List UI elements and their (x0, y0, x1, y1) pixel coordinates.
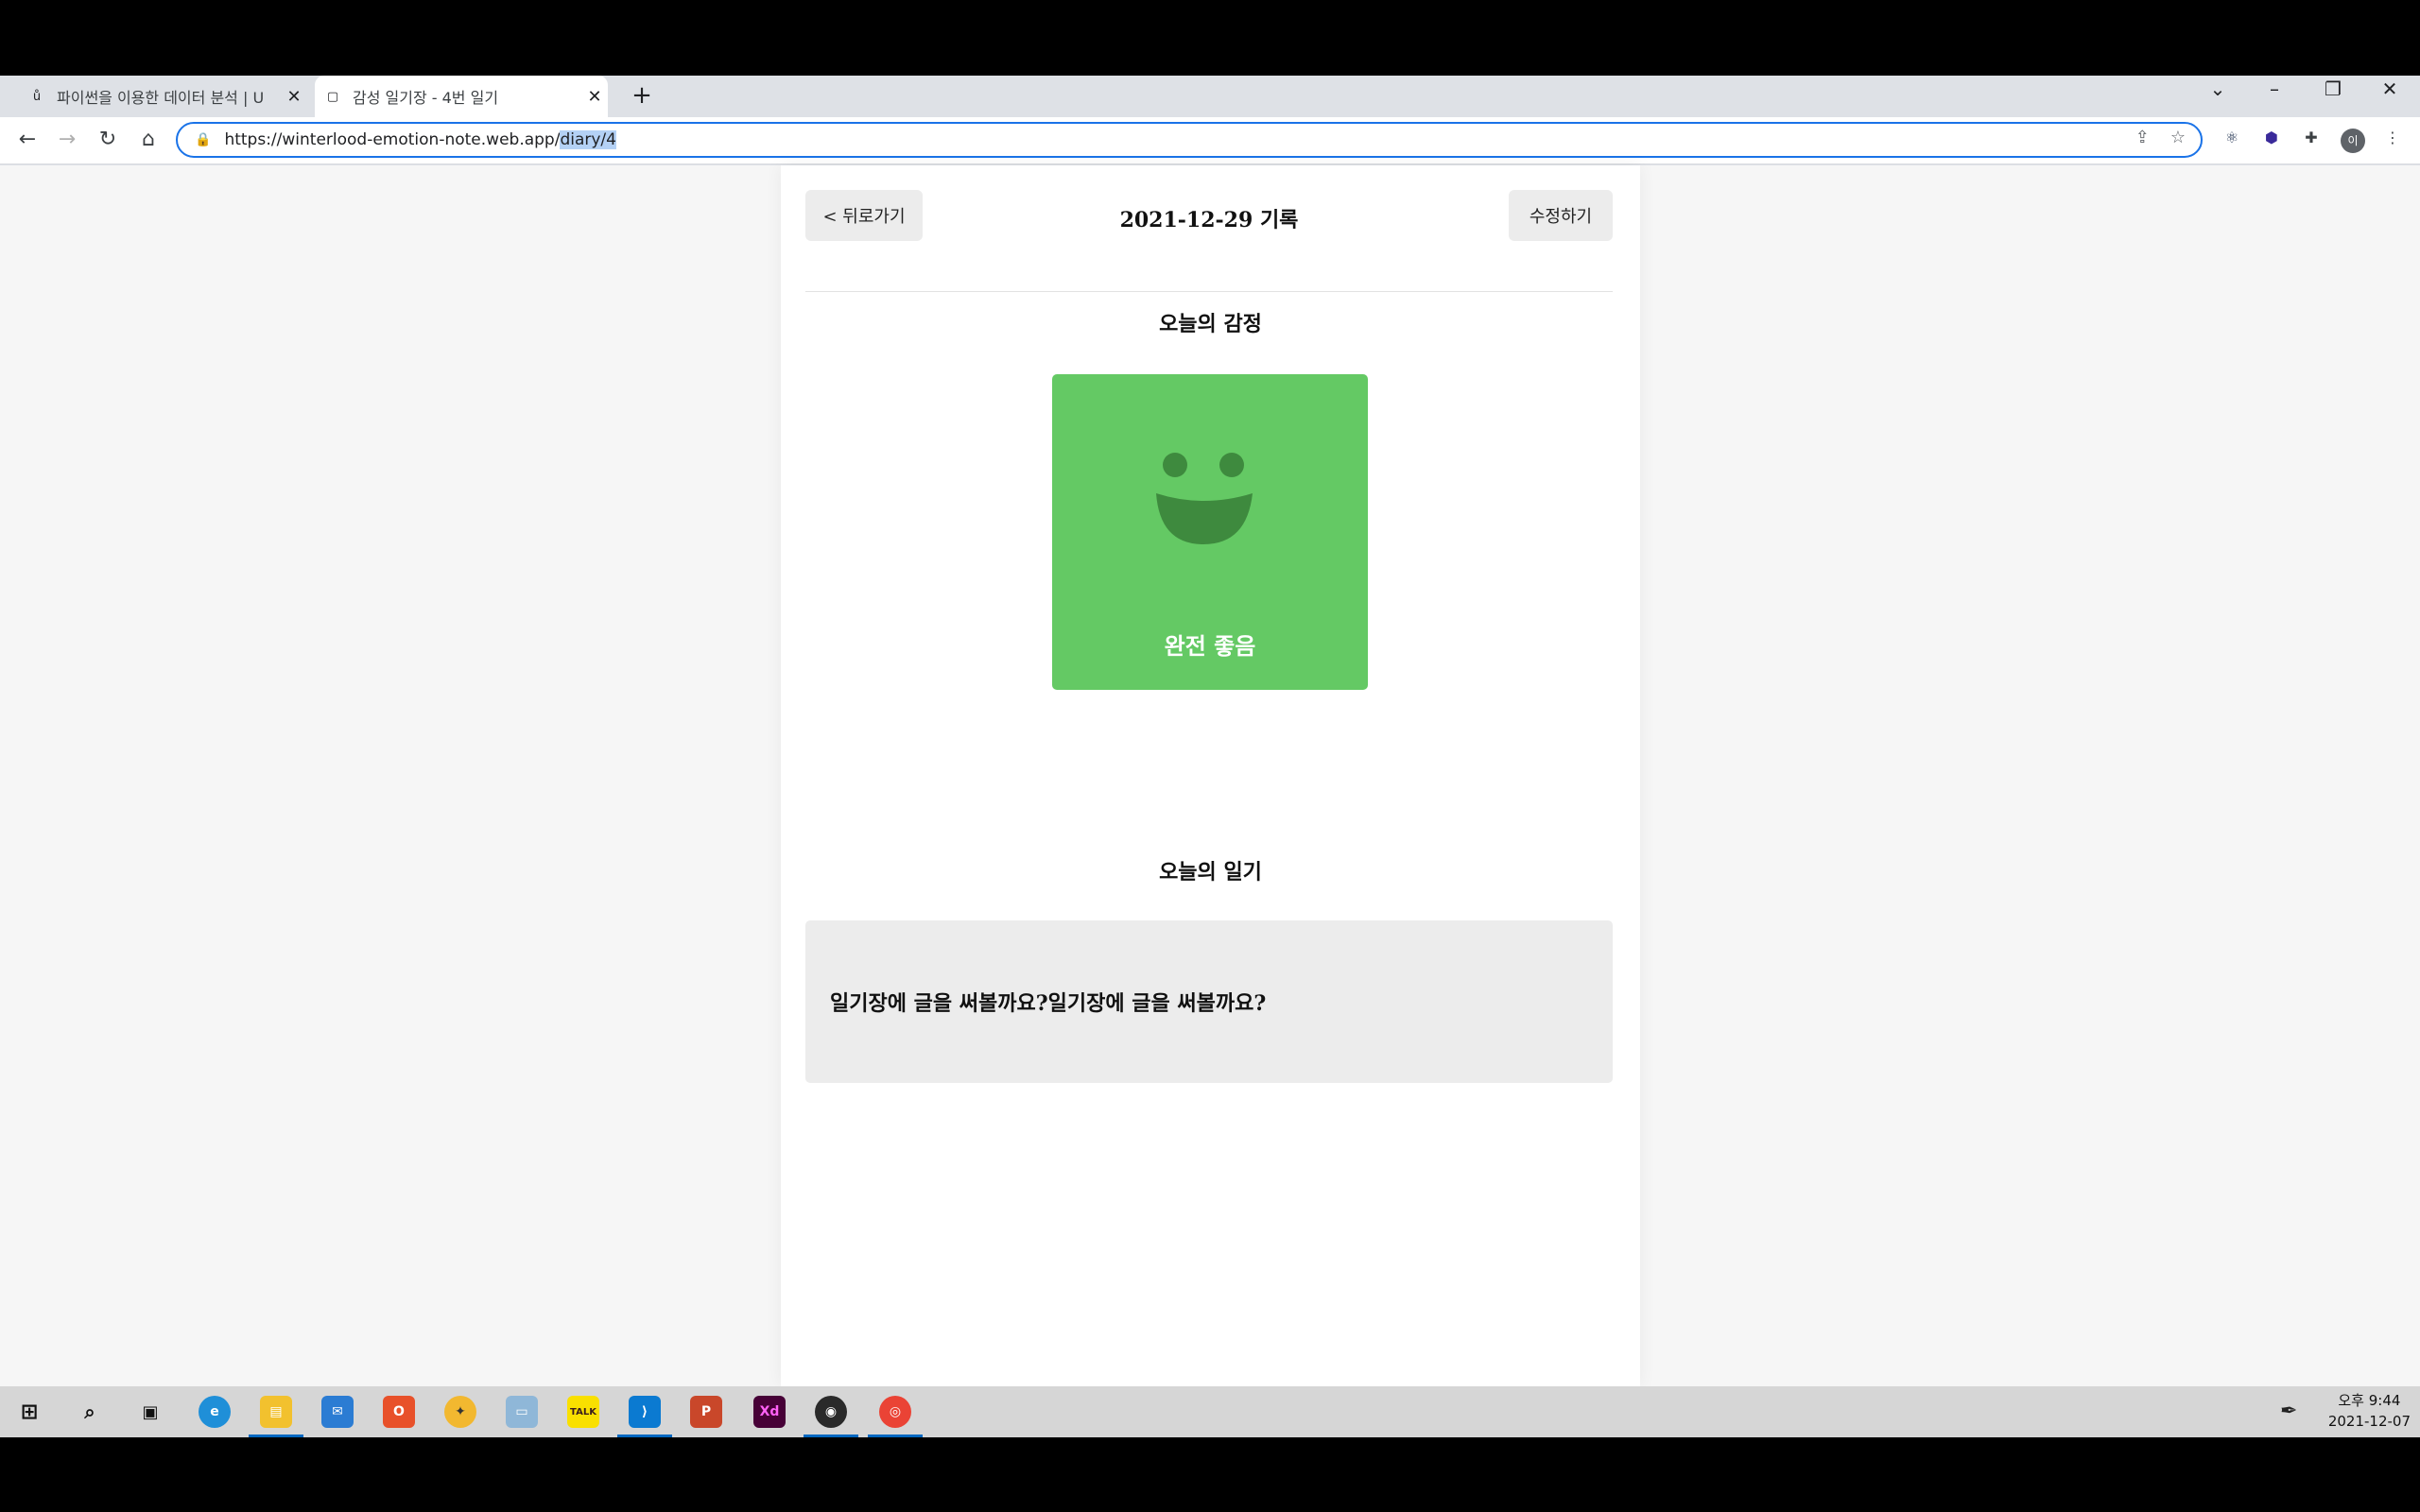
vscode-icon[interactable]: ⟩ (617, 1396, 672, 1437)
remote-desktop-icon[interactable]: ▭ (506, 1396, 538, 1428)
restore-icon[interactable]: ❐ (2314, 77, 2352, 100)
tab-2-active[interactable]: ▢ 감성 일기장 - 4번 일기 ✕ (315, 76, 608, 117)
new-tab-plus-icon[interactable]: + (628, 81, 656, 110)
edge-browser-icon[interactable]: e (199, 1396, 231, 1428)
file-explorer-icon[interactable]: ▤ (249, 1396, 303, 1437)
clock-time: 오후 9:44 (2338, 1392, 2401, 1409)
close-window-icon[interactable]: ✕ (2371, 77, 2409, 100)
bookmark-star-icon[interactable]: ☆ (2170, 128, 2186, 147)
extensions-puzzle-icon[interactable]: ✚ (2299, 129, 2324, 153)
back-arrow-icon[interactable]: ← (13, 128, 42, 151)
emotion-label: 완전 좋음 (1164, 632, 1256, 660)
share-icon[interactable]: ⇪ (2135, 128, 2150, 147)
edit-button[interactable]: 수정하기 (1509, 190, 1613, 241)
kakaotalk-icon[interactable]: TALK (567, 1396, 599, 1428)
adobe-xd-icon[interactable]: Xd (753, 1396, 786, 1428)
task-view-icon[interactable]: ▣ (134, 1396, 166, 1428)
office-icon[interactable]: O (383, 1396, 415, 1428)
emotion-card: 완전 좋음 (1052, 374, 1368, 690)
url-prefix: https://winterlood-emotion-note.web.app/ (224, 130, 561, 149)
react-devtools-extension-icon[interactable]: ⚛ (2220, 129, 2244, 153)
yellow-app-icon[interactable]: ✦ (444, 1396, 476, 1428)
search-icon[interactable]: ⌕ (74, 1396, 106, 1428)
extension-badge-icon[interactable]: ⬢ (2259, 129, 2284, 153)
obs-icon[interactable]: ◉ (804, 1396, 858, 1437)
lock-icon: 🔒 (195, 132, 212, 147)
url-selected: diary/4 (560, 130, 616, 149)
windows-taskbar: ⊞ ⌕ ▣ e ▤ ✉ O ✦ ▭ TALK ⟩ P Xd ◉ ◎ ✒ 오후 9… (0, 1386, 2420, 1437)
minimize-icon[interactable]: – (2256, 77, 2293, 100)
pen-input-icon[interactable]: ✒ (2280, 1400, 2297, 1423)
tab-1-title: 파이썬을 이용한 데이터 분석 | U (57, 89, 265, 107)
smile-face-icon (1156, 453, 1253, 544)
emotion-section-title: 오늘의 감정 (1159, 312, 1262, 336)
reload-icon[interactable]: ↻ (94, 128, 122, 151)
diary-content-box: 일기장에 글을 써볼까요?일기장에 글을 써볼까요? (805, 920, 1613, 1083)
tab-2-title: 감성 일기장 - 4번 일기 (353, 89, 499, 107)
page-favicon-icon: ▢ (326, 89, 339, 104)
powerpoint-icon[interactable]: P (690, 1396, 722, 1428)
screen: ů 파이썬을 이용한 데이터 분석 | U ✕ ▢ 감성 일기장 - 4번 일기… (0, 0, 2420, 1512)
windows-start-icon[interactable]: ⊞ (13, 1396, 45, 1428)
page-title: 2021-12-29 기록 (1119, 208, 1299, 232)
mail-icon[interactable]: ✉ (321, 1396, 354, 1428)
clock-date: 2021-12-07 (2327, 1413, 2411, 1430)
chrome-icon[interactable]: ◎ (868, 1396, 923, 1437)
tab-1[interactable]: ů 파이썬을 이용한 데이터 분석 | U ✕ (19, 76, 307, 117)
udemy-favicon-icon: ů (32, 89, 42, 104)
page-viewport: < 뒤로가기 2021-12-29 기록 수정하기 오늘의 감정 완전 좋음 오… (0, 165, 2420, 1386)
home-icon[interactable]: ⌂ (134, 128, 163, 151)
browser-navbar: ← → ↻ ⌂ 🔒 https://winterlood-emotion-not… (0, 117, 2420, 164)
menu-kebab-icon[interactable]: ⋮ (2380, 129, 2405, 153)
forward-arrow-icon[interactable]: → (53, 128, 81, 151)
tab-search-chevron-icon[interactable]: ⌄ (2199, 77, 2237, 100)
diary-section-title: 오늘의 일기 (1159, 860, 1262, 885)
diary-app-container: < 뒤로가기 2021-12-29 기록 수정하기 오늘의 감정 완전 좋음 오… (781, 165, 1640, 1386)
system-clock[interactable]: 오후 9:44 2021-12-07 (2328, 1390, 2411, 1432)
profile-avatar[interactable]: 이 (2341, 129, 2365, 153)
tab-1-close-icon[interactable]: ✕ (281, 87, 307, 107)
diary-header: < 뒤로가기 2021-12-29 기록 수정하기 (805, 190, 1613, 292)
address-bar[interactable]: 🔒 https://winterlood-emotion-note.web.ap… (176, 122, 2203, 158)
tab-2-close-icon[interactable]: ✕ (581, 87, 608, 107)
